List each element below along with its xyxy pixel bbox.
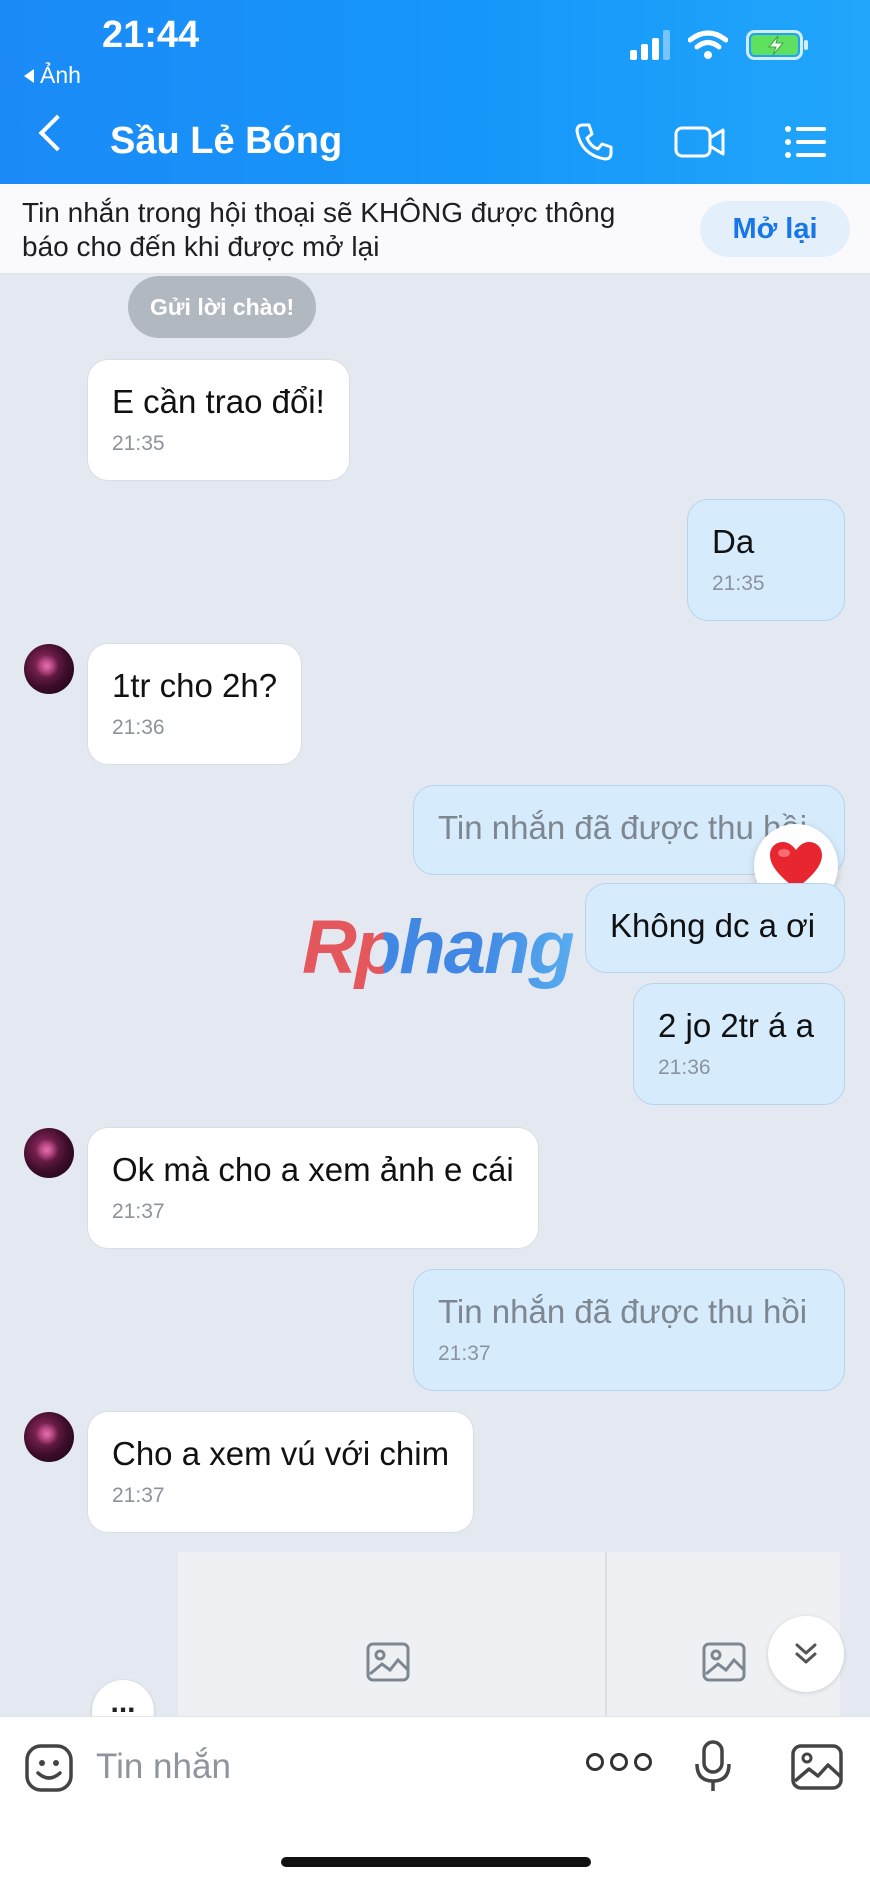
image-icon[interactable] (702, 1642, 746, 1682)
header-actions (566, 118, 834, 166)
image-divider (605, 1552, 607, 1716)
message-text: Tin nhắn đã được thu hồi (438, 1293, 808, 1330)
voice-call-button[interactable] (566, 118, 622, 166)
status-time: 21:44 (102, 14, 200, 56)
message-input[interactable] (96, 1739, 556, 1795)
message-time: 21:37 (112, 1200, 165, 1223)
message-time: 21:35 (712, 572, 765, 595)
message-bubble-outgoing[interactable]: 2 jo 2tr á a 21:36 (634, 984, 844, 1104)
signal-icon (630, 30, 670, 60)
message-text: Ok mà cho a xem ảnh e cái (112, 1151, 514, 1188)
video-call-icon (674, 126, 725, 158)
message-bubble-recalled[interactable]: Tin nhắn đã được thu hồi 21:37 (414, 1270, 844, 1390)
mic-icon[interactable] (692, 1739, 736, 1795)
message-time: 21:36 (658, 1056, 711, 1079)
phone-icon (575, 123, 613, 161)
contact-avatar[interactable] (24, 1128, 74, 1178)
wifi-icon (688, 30, 728, 59)
message-text: Cho a xem vú với chim (112, 1435, 450, 1472)
scroll-to-bottom-button[interactable] (768, 1616, 844, 1692)
back-app-label: Ảnh (40, 62, 81, 88)
more-icon[interactable] (586, 1753, 652, 1771)
video-call-button[interactable] (672, 118, 728, 166)
contact-avatar[interactable] (24, 644, 74, 694)
reopen-button[interactable]: Mở lại (700, 201, 850, 257)
image-icon[interactable] (366, 1642, 410, 1682)
message-bubble-outgoing[interactable]: Da 21:35 (688, 500, 844, 620)
system-status-icons (630, 30, 810, 60)
emoji-icon[interactable] (24, 1743, 74, 1793)
message-text: E cần trao đổi! (112, 383, 325, 420)
message-bubble-incoming[interactable]: Cho a xem vú với chim 21:37 (88, 1412, 474, 1532)
message-time: 21:35 (112, 432, 165, 455)
message-bubble-outgoing[interactable]: Không dc a ơi (586, 884, 844, 972)
contact-avatar[interactable] (24, 1412, 74, 1462)
battery-icon (746, 30, 808, 60)
back-to-app-link[interactable]: Ảnh (24, 62, 81, 89)
image-message-grid[interactable] (178, 1552, 840, 1716)
typing-more-indicator[interactable]: ... (92, 1680, 154, 1716)
home-indicator (281, 1857, 591, 1867)
message-text: 2 jo 2tr á a (658, 1007, 814, 1044)
greeting-chip[interactable]: Gửi lời chào! (128, 276, 317, 338)
back-triangle-icon (24, 68, 34, 83)
muted-notice-bar: Tin nhắn trong hội thoại sẽ KHÔNG được t… (0, 184, 870, 274)
message-time: 21:37 (112, 1484, 165, 1507)
chat-thread[interactable]: Gửi lời chào! E cần trao đổi! 21:35 Da 2… (0, 274, 870, 1716)
menu-list-icon (785, 126, 826, 158)
message-time: 21:36 (112, 716, 165, 739)
app-header: 21:44 Ảnh Sầu Lẻ Bóng (0, 0, 870, 184)
message-time: 21:37 (438, 1342, 491, 1365)
back-arrow-icon[interactable] (38, 114, 76, 152)
chat-title[interactable]: Sầu Lẻ Bóng (110, 120, 342, 163)
message-bubble-incoming[interactable]: 1tr cho 2h? 21:36 (88, 644, 302, 764)
message-text: Da (712, 523, 755, 560)
chevron-down-icon (795, 1643, 817, 1664)
message-composer (0, 1716, 870, 1883)
gallery-icon[interactable] (790, 1743, 844, 1791)
message-bubble-incoming[interactable]: Ok mà cho a xem ảnh e cái 21:37 (88, 1128, 538, 1248)
watermark-logo: Rphang (302, 905, 575, 990)
message-text: Không dc a ơi (610, 907, 816, 944)
muted-notice-text: Tin nhắn trong hội thoại sẽ KHÔNG được t… (22, 197, 616, 262)
chat-options-button[interactable] (778, 118, 834, 166)
message-text: 1tr cho 2h? (112, 667, 278, 704)
message-bubble-incoming[interactable]: E cần trao đổi! 21:35 (88, 360, 349, 480)
